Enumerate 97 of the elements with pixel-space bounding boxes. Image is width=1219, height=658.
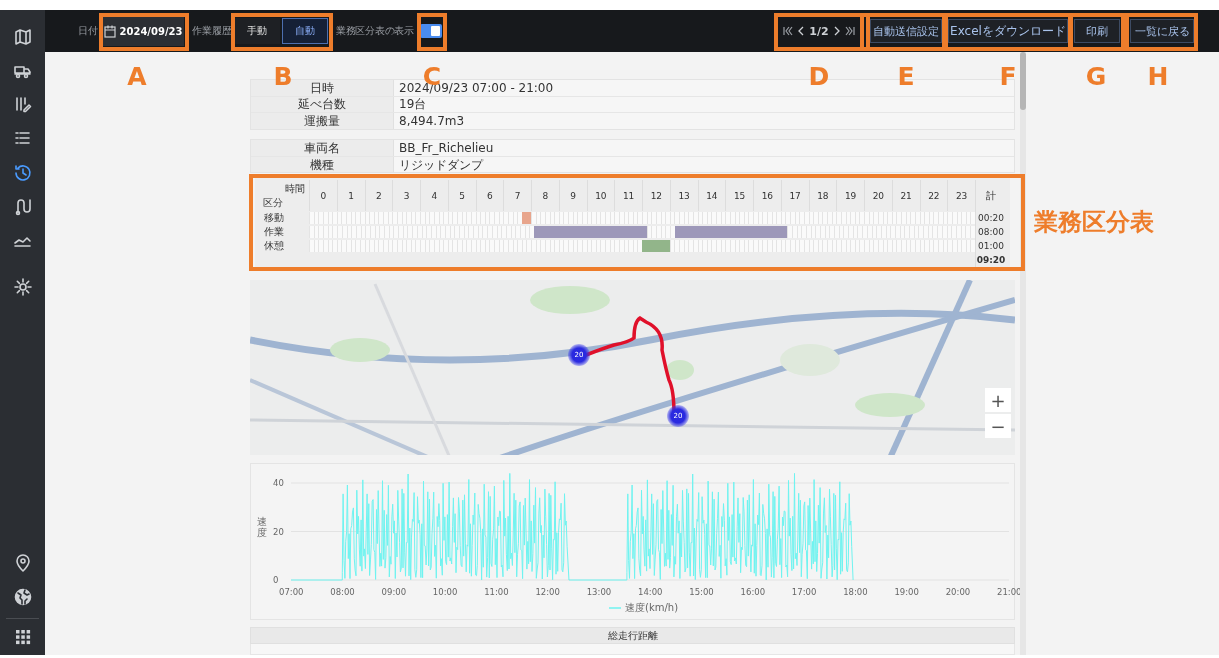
mode-toggle-button[interactable]: 手動	[234, 18, 280, 44]
category-label: 作業	[264, 227, 284, 238]
field-label: 車両名	[304, 142, 340, 155]
field-label: 延べ台数	[298, 98, 346, 111]
x-tick-label: 16:00	[740, 587, 766, 598]
y-tick-label: 20	[273, 526, 284, 537]
hour-label: 10	[595, 190, 607, 201]
annotation-letter: B	[273, 64, 293, 89]
settings-icon[interactable]	[12, 277, 33, 297]
zoom-in-button[interactable]: +	[985, 388, 1011, 413]
hour-label: 22	[928, 190, 940, 201]
toolbar-button[interactable]: 一覧に戻る	[1130, 19, 1194, 43]
annotation-letter: A	[127, 64, 147, 89]
y-axis-label: 速度	[257, 516, 267, 539]
calendar-icon	[103, 24, 116, 38]
field-label: 機種	[310, 158, 334, 171]
previous-page-icon[interactable]	[798, 26, 805, 36]
field-label: 運搬量	[304, 114, 340, 127]
category-label: 休憩	[264, 241, 284, 252]
next-page-icon[interactable]	[833, 26, 840, 36]
hour-label: 18	[817, 190, 829, 201]
annotation-letter: D	[808, 64, 830, 89]
table-header: 総走行距離	[607, 628, 658, 643]
history-label: 作業履歴	[192, 24, 232, 38]
hour-label: 11	[622, 190, 635, 201]
date-label: 日付	[78, 24, 98, 38]
column-header: 計	[986, 190, 996, 201]
x-tick-label: 17:00	[791, 587, 817, 598]
total-time: 01:00	[978, 241, 1004, 252]
first-page-icon[interactable]	[783, 26, 794, 36]
y-tick-label: 0	[273, 575, 279, 586]
toolbar-button[interactable]: 自動送信設定	[870, 19, 942, 43]
hour-label: 1	[348, 190, 354, 201]
hour-label: 17	[789, 190, 801, 201]
field-label: 日時	[310, 81, 334, 94]
row-header: 区分	[263, 197, 284, 208]
total-time: 08:00	[978, 227, 1004, 238]
x-tick-label: 09:00	[381, 587, 407, 598]
hour-label: 15	[733, 190, 746, 201]
field-value: 8,494.7m3	[399, 114, 465, 127]
annotation-label: 業務区分表	[1034, 207, 1154, 238]
hour-label: 0	[320, 190, 327, 201]
hour-label: 5	[459, 190, 465, 201]
scrollbar-thumb[interactable]	[1020, 52, 1026, 110]
hour-label: 7	[514, 190, 521, 201]
y-tick-label: 40	[273, 478, 284, 489]
x-tick-label: 10:00	[432, 587, 458, 598]
field-value: BB_Fr_Richelieu	[399, 142, 494, 155]
hour-label: 12	[650, 190, 663, 201]
column-header: 時間	[285, 184, 305, 195]
x-tick-label: 08:00	[330, 587, 355, 598]
x-tick-label: 19:00	[894, 587, 919, 598]
legend-swatch	[609, 606, 621, 611]
mode-toggle-button[interactable]: 自動	[282, 18, 328, 44]
x-tick-label: 12:00	[535, 587, 560, 598]
map-icon[interactable]	[12, 27, 33, 47]
annotation-letter: G	[1085, 64, 1107, 89]
history-icon[interactable]	[12, 163, 33, 183]
x-tick-label: 14:00	[638, 587, 663, 598]
total-time: 00:20	[978, 213, 1004, 224]
x-tick-label: 07:00	[279, 587, 304, 598]
x-tick-label: 13:00	[586, 587, 612, 598]
grand-total: 09:20	[976, 255, 1006, 266]
page-indicator: 1/2	[809, 24, 829, 38]
hour-label: 8	[542, 190, 549, 201]
x-tick-label: 11:00	[484, 587, 509, 598]
annotation-letter: F	[999, 64, 1017, 89]
toggle-switch[interactable]	[420, 24, 442, 38]
x-tick-label: 15:00	[689, 587, 714, 598]
hour-label: 16	[761, 190, 774, 201]
hour-label: 2	[376, 190, 382, 201]
x-tick-label: 20:00	[945, 587, 971, 598]
zoom-out-button[interactable]: −	[985, 414, 1011, 439]
hour-label: 6	[487, 190, 493, 201]
globe-icon[interactable]	[12, 587, 33, 607]
highlight-frame	[417, 13, 447, 51]
field-value: リジッドダンプ	[399, 158, 483, 171]
x-tick-label: 18:00	[843, 587, 868, 598]
hour-label: 21	[900, 190, 912, 201]
toolbar-button[interactable]: 印刷	[1074, 19, 1120, 43]
legend-label: 速度(km/h)	[625, 601, 679, 616]
hour-label: 14	[706, 190, 718, 201]
hour-label: 19	[844, 190, 857, 201]
toggle-label: 業務区分表の表示	[336, 24, 414, 38]
hour-label: 13	[678, 190, 690, 201]
category-label: 移動	[264, 213, 284, 224]
last-page-icon[interactable]	[844, 26, 855, 36]
annotation-letter: E	[897, 64, 915, 89]
hour-label: 20	[872, 190, 885, 201]
hour-label: 4	[431, 190, 438, 201]
hour-label: 23	[955, 190, 968, 201]
date-picker[interactable]: 2024/09/23	[102, 16, 184, 46]
field-value: 19台	[399, 98, 427, 111]
toolbar-button[interactable]: Excelをダウンロード	[948, 19, 1068, 43]
hour-label: 9	[570, 190, 576, 201]
annotation-letter: H	[1147, 64, 1169, 89]
hour-label: 3	[403, 190, 410, 201]
